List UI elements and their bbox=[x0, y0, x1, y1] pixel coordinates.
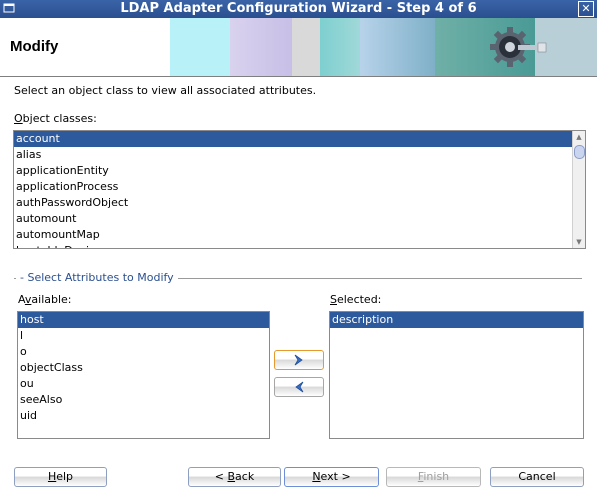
object-class-item[interactable]: bootableDevice bbox=[14, 243, 572, 248]
available-label-a: A bbox=[18, 293, 25, 306]
next-label-rest: ext > bbox=[320, 470, 351, 483]
move-left-icon bbox=[295, 381, 304, 393]
available-attribute-item[interactable]: ou bbox=[18, 376, 269, 392]
object-class-item[interactable]: alias bbox=[14, 147, 572, 163]
available-label-rest: ailable: bbox=[31, 293, 72, 306]
back-label-mnemonic: B bbox=[227, 470, 236, 483]
header-banner bbox=[170, 18, 597, 76]
next-button[interactable]: Next > bbox=[284, 467, 379, 487]
attributes-group-title-text: Select Attributes to Modify bbox=[27, 271, 174, 284]
object-classes-label-mnemonic: O bbox=[14, 112, 23, 125]
object-class-item[interactable]: automountMap bbox=[14, 227, 572, 243]
object-class-item[interactable]: account bbox=[14, 131, 572, 147]
scroll-thumb[interactable] bbox=[574, 145, 585, 159]
remove-attribute-button[interactable] bbox=[274, 377, 324, 397]
available-attribute-item[interactable]: l bbox=[18, 328, 269, 344]
object-classes-list[interactable]: account alias applicationEntity application… bbox=[13, 130, 586, 249]
close-icon[interactable]: ✕ bbox=[578, 1, 594, 17]
window-title-bar: LDAP Adapter Configuration Wizard - Step… bbox=[0, 0, 597, 18]
object-classes-items: account alias applicationEntity application… bbox=[14, 131, 585, 248]
cancel-button[interactable]: Cancel bbox=[490, 467, 584, 487]
add-attribute-button[interactable] bbox=[274, 350, 324, 370]
available-attribute-item[interactable]: uid bbox=[18, 408, 269, 424]
back-label-rest: ack bbox=[235, 470, 255, 483]
selected-attribute-item[interactable]: description bbox=[330, 312, 583, 328]
available-items: host l o objectClass ou seeAlso uid bbox=[18, 312, 269, 424]
available-label: Available: bbox=[18, 293, 72, 306]
available-attribute-item[interactable]: o bbox=[18, 344, 269, 360]
attributes-group-title: - Select Attributes to Modify bbox=[16, 271, 178, 284]
finish-button[interactable]: Finish bbox=[386, 467, 481, 487]
gear-plug-icon bbox=[490, 27, 547, 67]
available-attribute-item[interactable]: host bbox=[18, 312, 269, 328]
scroll-down-icon[interactable]: ▼ bbox=[573, 236, 585, 248]
object-class-item[interactable]: automount bbox=[14, 211, 572, 227]
object-classes-scrollbar[interactable]: ▲ ▼ bbox=[572, 131, 585, 248]
back-label-prefix: < bbox=[214, 470, 228, 483]
object-class-item[interactable]: applicationEntity bbox=[14, 163, 572, 179]
back-button[interactable]: < Back bbox=[188, 467, 281, 487]
selected-attributes-list[interactable]: description bbox=[329, 311, 584, 439]
selected-items: description bbox=[330, 312, 583, 328]
selected-label: Selected: bbox=[330, 293, 381, 306]
object-classes-label-rest: bject classes: bbox=[22, 112, 97, 125]
wizard-header: Modify bbox=[0, 18, 597, 77]
instruction-text: Select an object class to view all assoc… bbox=[14, 84, 317, 97]
move-right-icon bbox=[294, 354, 303, 366]
help-label-mnemonic: H bbox=[47, 470, 57, 483]
next-label-mnemonic: N bbox=[312, 470, 321, 483]
object-class-item[interactable]: authPasswordObject bbox=[14, 195, 572, 211]
window-title: LDAP Adapter Configuration Wizard - Step… bbox=[120, 1, 477, 16]
help-label-rest: elp bbox=[56, 470, 74, 483]
selected-label-rest: elected: bbox=[336, 293, 382, 306]
object-class-item[interactable]: applicationProcess bbox=[14, 179, 572, 195]
available-attribute-item[interactable]: objectClass bbox=[18, 360, 269, 376]
available-attributes-list[interactable]: host l o objectClass ou seeAlso uid bbox=[17, 311, 270, 439]
help-button[interactable]: Help bbox=[14, 467, 107, 487]
scroll-up-icon[interactable]: ▲ bbox=[573, 131, 585, 143]
available-attribute-item[interactable]: seeAlso bbox=[18, 392, 269, 408]
finish-label-rest: inish bbox=[423, 470, 450, 483]
selected-label-mnemonic: S bbox=[330, 293, 337, 306]
object-classes-label: Object classes: bbox=[14, 112, 97, 125]
page-title: Modify bbox=[10, 38, 59, 55]
